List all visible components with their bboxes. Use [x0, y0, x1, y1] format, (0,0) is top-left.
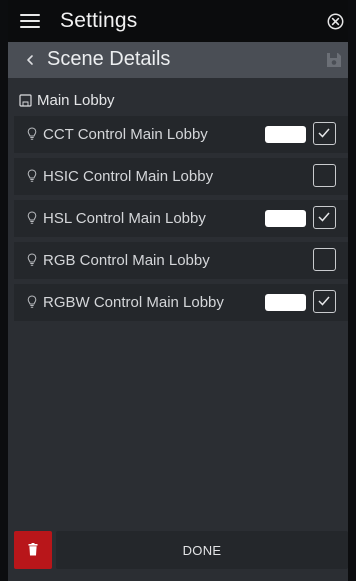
close-icon[interactable] [327, 13, 344, 30]
device-label: HSL Control Main Lobby [43, 210, 206, 227]
room-icon [19, 93, 32, 107]
hamburger-menu-icon[interactable] [20, 14, 40, 28]
device-label: HSIC Control Main Lobby [43, 168, 214, 185]
app-bar: Settings [8, 0, 348, 42]
delete-button[interactable] [14, 531, 52, 569]
device-row-hsic[interactable]: HSIC Control Main Lobby [14, 158, 348, 195]
page-title: Scene Details [47, 48, 171, 70]
color-swatch[interactable] [265, 126, 306, 143]
include-checkbox[interactable] [313, 248, 336, 271]
group-heading: Main Lobby [19, 90, 115, 110]
bulb-icon [27, 253, 37, 266]
done-button[interactable]: DONE [56, 531, 348, 569]
include-checkbox[interactable] [313, 122, 336, 145]
bulb-icon [27, 211, 37, 224]
bulb-icon [27, 295, 37, 308]
app-bar-title: Settings [60, 9, 138, 32]
device-label: RGBW Control Main Lobby [43, 294, 224, 311]
include-checkbox[interactable] [313, 164, 336, 187]
scene-header: Scene Details [8, 42, 348, 78]
device-row-rgb[interactable]: RGB Control Main Lobby [14, 242, 348, 279]
device-row-cct[interactable]: CCT Control Main Lobby [14, 116, 348, 153]
bulb-icon [27, 127, 37, 140]
save-icon[interactable] [325, 51, 343, 69]
color-swatch[interactable] [265, 294, 306, 311]
group-label: Main Lobby [37, 91, 115, 109]
device-label: CCT Control Main Lobby [43, 126, 208, 143]
include-checkbox[interactable] [313, 290, 336, 313]
device-row-hsl[interactable]: HSL Control Main Lobby [14, 200, 348, 237]
bulb-icon [27, 169, 37, 182]
device-label: RGB Control Main Lobby [43, 252, 210, 269]
device-row-rgbw[interactable]: RGBW Control Main Lobby [14, 284, 348, 321]
scene-details-screen: Settings Scene Details Main Lobby CCT Co… [8, 0, 348, 581]
include-checkbox[interactable] [313, 206, 336, 229]
trash-icon [28, 543, 38, 556]
chevron-left-icon[interactable] [24, 51, 36, 69]
color-swatch[interactable] [265, 210, 306, 227]
